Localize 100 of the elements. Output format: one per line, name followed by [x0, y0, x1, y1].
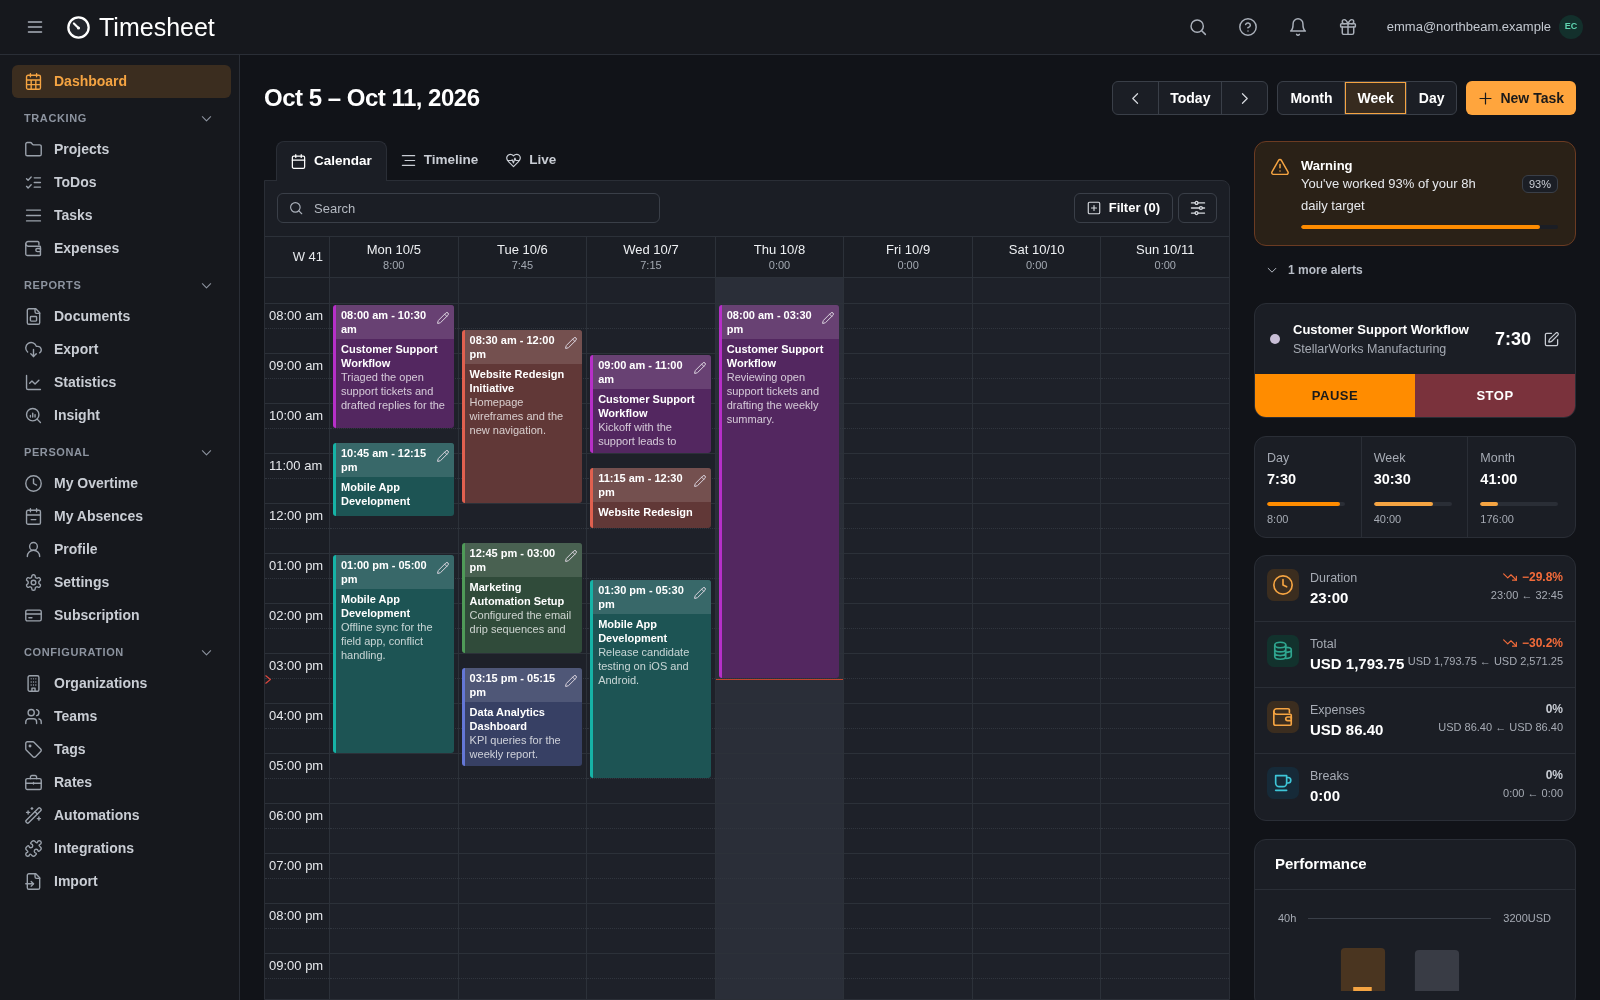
pencil-icon[interactable] [436, 449, 449, 462]
sidebar-section-header[interactable]: CONFIGURATION [12, 632, 231, 667]
user-avatar[interactable]: EC [1559, 15, 1583, 39]
calendar-event[interactable]: 08:00 am - 10:30 am Customer Support Workflow Triaged the open support tickets and drafted replies for the [333, 305, 454, 428]
calendar-event[interactable]: 08:30 am - 12:00 pm Website Redesign Initiative Homepage wireframes and the new navigation. [461, 330, 583, 503]
calendar-event[interactable]: 12:45 pm - 03:00 pm Marketing Automation Setup Configured the email drip sequences and [461, 542, 583, 653]
tab[interactable]: Timeline [386, 141, 493, 180]
metric-comparison: USD 1,793.75 ← USD 2,571.25 [1407, 654, 1563, 669]
view-tab[interactable]: Day [1405, 82, 1457, 114]
event-time: 01:30 pm - 05:30 pm [598, 583, 685, 611]
event-description: Configured the email drip sequences and [468, 607, 573, 636]
pencil-icon[interactable] [436, 562, 449, 574]
hour-label: 09:00 am [269, 358, 324, 374]
sidebar-item[interactable]: Tasks [12, 199, 231, 232]
sidebar-item[interactable]: Automations [12, 799, 231, 832]
pencil-icon[interactable] [822, 312, 835, 324]
event-time: 10:45 am - 12:15 pm [341, 445, 427, 474]
edit-icon[interactable] [1544, 331, 1559, 347]
sidebar-item[interactable]: Import [12, 865, 231, 898]
event-description: Offline sync for the field app, conflict handling. [340, 620, 434, 662]
alert-title: Warning [1301, 157, 1354, 175]
hour-label: 04:00 pm [269, 708, 324, 724]
metric-label: Duration [1310, 570, 1358, 587]
hour-label: 08:00 am [269, 308, 324, 324]
sidebar-item[interactable]: Statistics [12, 366, 231, 399]
tab[interactable]: Live [492, 141, 571, 180]
sidebar-item[interactable]: Dashboard [12, 65, 231, 98]
sidebar-item[interactable]: Rates [12, 766, 231, 799]
calendar-event[interactable]: 03:15 pm - 05:15 pm Data Analytics Dashboard KPI queries for the weekly report. [461, 667, 583, 766]
calendar-event[interactable]: 11:15 am - 12:30 pm Website Redesign [590, 467, 711, 528]
pencil-icon[interactable] [565, 549, 578, 562]
pencil-icon[interactable] [565, 674, 578, 687]
help-icon[interactable] [1238, 18, 1257, 36]
view-tab[interactable]: Week [1344, 82, 1406, 114]
calendar-event[interactable]: 01:00 pm - 05:00 pm Mobile App Development Offline sync for the field app, conflict handling. [333, 555, 454, 753]
sidebar-item[interactable]: Subscription [12, 599, 231, 632]
event-description: Release candidate testing on iOS and Android. [597, 645, 691, 687]
pause-button[interactable]: PAUSE [1255, 374, 1415, 417]
sidebar-item[interactable]: My Absences [12, 500, 231, 533]
hour-label: 07:00 pm [269, 858, 324, 874]
new-task-button[interactable]: New Task [1466, 81, 1576, 115]
sidebar-item[interactable]: Tags [12, 733, 231, 766]
options-button[interactable] [1178, 193, 1217, 223]
view-tab[interactable]: Month [1278, 82, 1345, 114]
search-field[interactable]: Search [277, 193, 660, 223]
day-total: 0:00 [897, 258, 919, 273]
sidebar-item[interactable]: Export [12, 333, 231, 366]
event-description: Homepage wireframes and the new navigation. [468, 395, 565, 437]
gift-icon[interactable] [1338, 18, 1357, 36]
pencil-icon[interactable] [693, 587, 706, 599]
sidebar-item[interactable]: Insight [12, 399, 231, 432]
sidebar-item[interactable]: ToDos [12, 166, 231, 199]
search-icon[interactable] [1188, 18, 1207, 36]
event-description: Kickoff with the support leads to [597, 420, 678, 448]
sidebar-section-header[interactable]: REPORTS [12, 265, 231, 300]
status-dot-icon [1270, 334, 1280, 344]
sidebar-item[interactable]: Projects [12, 133, 231, 166]
bell-icon[interactable] [1288, 18, 1307, 36]
sidebar-item[interactable]: My Overtime [12, 467, 231, 500]
performance-title: Performance [1275, 854, 1367, 875]
event-title: Customer Support Workflow [597, 392, 696, 420]
event-title: Website Redesign Initiative [468, 367, 566, 395]
menu-icon[interactable] [26, 18, 44, 36]
gauge-logo-icon [67, 15, 90, 39]
plus-square-icon [1086, 201, 1101, 215]
calendar-event[interactable]: 09:00 am - 11:00 am Customer Support Workflow Kickoff with the support leads to [590, 355, 711, 453]
sidebar-item[interactable]: Documents [12, 300, 231, 333]
calendar-event[interactable]: 08:00 am - 03:30 pm Customer Support Workflow Reviewing open support tickets and drafting the weekly summary. [718, 305, 840, 678]
hour-label: 06:00 pm [269, 808, 324, 824]
pencil-icon[interactable] [693, 362, 706, 374]
sidebar-section-header[interactable]: PERSONAL [12, 432, 231, 467]
pencil-icon[interactable] [565, 337, 578, 349]
pencil-icon[interactable] [693, 474, 706, 487]
day-total: 7:15 [640, 258, 662, 273]
sidebar-section-header[interactable]: TRACKING [12, 98, 231, 133]
puzzle-icon [25, 840, 42, 857]
metric-value: 0:00 [1310, 786, 1342, 806]
heart-pulse-icon [506, 153, 522, 168]
stop-button[interactable]: STOP [1415, 374, 1575, 417]
more-alerts-button[interactable]: 1 more alerts [1254, 256, 1576, 284]
sidebar-item[interactable]: Profile [12, 533, 231, 566]
event-description: Triaged the open support tickets and drafted replies for the [340, 370, 446, 412]
user-email[interactable]: emma@northbeam.example [1386, 17, 1551, 37]
pencil-icon[interactable] [436, 312, 449, 324]
list-icon [400, 153, 416, 168]
event-title: Data Analytics Dashboard [468, 704, 546, 733]
calendar-event[interactable]: 10:45 am - 12:15 pm Mobile App Development [333, 442, 454, 516]
calendar-event[interactable]: 01:30 pm - 05:30 pm Mobile App Development Release candidate testing on iOS and Android. [590, 580, 711, 778]
sidebar-item[interactable]: Expenses [12, 232, 231, 265]
elapsed-time: 7:30 [1494, 327, 1531, 351]
sidebar-item[interactable]: Integrations [12, 832, 231, 865]
tab[interactable]: Calendar [276, 141, 387, 181]
period-label: Day [1267, 450, 1291, 467]
sidebar-item[interactable]: Teams [12, 700, 231, 733]
sidebar-item[interactable]: Settings [12, 566, 231, 599]
clock-icon [25, 475, 42, 492]
sidebar-item[interactable]: Organizations [12, 667, 231, 700]
event-title: Customer Support Workflow [725, 342, 825, 370]
metric-comparison: 23:00 ← 32:45 [1490, 588, 1563, 603]
filter-button[interactable]: Filter (0) [1073, 193, 1173, 223]
